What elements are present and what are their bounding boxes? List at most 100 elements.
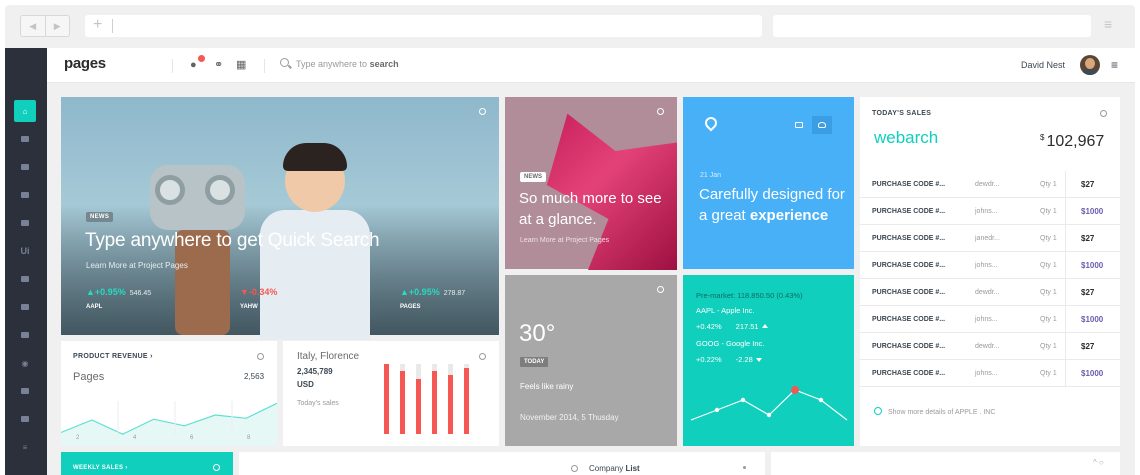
quickview-toggle-icon[interactable]: ≡ — [1111, 58, 1118, 72]
browser-menu-icon[interactable]: ≡ — [1104, 16, 1112, 32]
stock-symbol: AAPL — [86, 304, 103, 310]
sales-bar — [464, 364, 469, 434]
purchase-code: PURCHASE CODE #... — [872, 208, 946, 215]
sales-row[interactable]: PURCHASE CODE #... johns... Qty 1 $1000 — [860, 198, 1120, 225]
sales-bar-fill — [432, 371, 437, 434]
weekly-refresh-icon[interactable] — [213, 464, 220, 471]
header-divider — [264, 59, 265, 73]
news-subtitle[interactable]: Learn More at Project Pages — [520, 237, 609, 244]
revenue-area — [61, 403, 277, 446]
sales-label: TODAY'S SALES — [872, 110, 932, 117]
x-tick: 4 — [133, 435, 137, 441]
heart-icon[interactable] — [812, 116, 832, 134]
maps-icon[interactable]: ◉ — [14, 352, 36, 374]
link-icon[interactable]: ⚭ — [214, 59, 223, 71]
down-arrow-icon — [755, 358, 762, 362]
purchase-code: PURCHASE CODE #... — [872, 235, 946, 242]
stock-symbol: YAHW — [240, 304, 258, 310]
sales-refresh-icon[interactable] — [1100, 110, 1107, 117]
blank-card — [771, 452, 1120, 475]
purchase-code: PURCHASE CODE #... — [872, 262, 946, 269]
customer-name: johns... — [975, 316, 998, 323]
browser-nav-buttons: ◀ ▶ — [20, 15, 70, 37]
calendar-icon[interactable] — [14, 184, 36, 206]
avatar[interactable] — [1080, 55, 1100, 75]
forms-icon[interactable] — [14, 268, 36, 290]
quantity: Qty 1 — [1040, 316, 1057, 323]
back-icon[interactable]: ◀ — [21, 16, 46, 36]
search-icon[interactable] — [280, 58, 289, 67]
globe-icon[interactable]: ● — [190, 59, 197, 71]
sales-row[interactable]: PURCHASE CODE #... janedr... Qty 1 $27 — [860, 225, 1120, 252]
x-tick: 6 — [190, 435, 194, 441]
stock-price: 345.34 — [281, 290, 303, 297]
sales-row[interactable]: PURCHASE CODE #... johns... Qty 1 $1000 — [860, 252, 1120, 279]
sales-row[interactable]: PURCHASE CODE #... johns... Qty 1 $1000 — [860, 306, 1120, 333]
stock-point — [740, 397, 746, 403]
customer-name: dewdr... — [975, 181, 1000, 188]
collapse-icon[interactable]: ^ ○ — [1093, 458, 1104, 467]
stock-price: 546.45 — [129, 290, 152, 297]
sales-brand: webarch — [874, 128, 939, 147]
hero-stock-yahw: ▼-0.34% 345.34 YAHW — [240, 282, 303, 310]
user-name[interactable]: David Nest — [1021, 60, 1065, 70]
charts-icon[interactable] — [14, 324, 36, 346]
sales-row[interactable]: PURCHASE CODE #... johns... Qty 1 $1000 — [860, 360, 1120, 387]
news-badge: NEWS — [520, 172, 546, 182]
inbox-icon[interactable] — [14, 128, 36, 150]
company-list-card — [239, 452, 765, 475]
revenue-refresh-icon[interactable] — [257, 353, 264, 360]
ui-elements-icon[interactable]: Ui — [14, 240, 36, 262]
apps-grid-icon[interactable]: ▦ — [236, 59, 246, 71]
hero-subtitle[interactable]: Learn More at Project Pages — [86, 261, 188, 270]
sales-bar-fill — [400, 371, 405, 434]
company-refresh-icon[interactable] — [571, 465, 578, 472]
city-name: Italy, Florence — [297, 351, 360, 362]
customer-name: johns... — [975, 262, 998, 269]
brand-logo[interactable]: pages — [64, 55, 106, 72]
sales-row[interactable]: PURCHASE CODE #... dewdr... Qty 1 $27 — [860, 279, 1120, 306]
notification-badge — [198, 55, 205, 62]
sale-amount: $1000 — [1065, 360, 1110, 387]
news-refresh-icon[interactable] — [657, 108, 664, 115]
sales-bar-fill — [448, 374, 453, 434]
sale-amount: $1000 — [1065, 252, 1110, 279]
forward-icon[interactable]: ▶ — [46, 16, 70, 36]
weather-refresh-icon[interactable] — [657, 286, 664, 293]
search-placeholder-bold: search — [369, 59, 399, 69]
address-bar[interactable]: + — [85, 15, 762, 37]
email-icon[interactable] — [14, 156, 36, 178]
quantity: Qty 1 — [1040, 181, 1057, 188]
weekly-sales-label[interactable]: WEEKLY SALES › — [73, 465, 128, 471]
browser-search-bar[interactable] — [773, 15, 1091, 37]
sales-amount: $102,967 — [1040, 133, 1105, 150]
sales-row[interactable]: PURCHASE CODE #... dewdr... Qty 1 $27 — [860, 171, 1120, 198]
stock-symbol: PAGES — [400, 304, 421, 310]
show-more-link[interactable]: Show more details of APPLE . INC — [874, 407, 995, 416]
up-arrow-icon — [761, 324, 768, 328]
purchase-code: PURCHASE CODE #... — [872, 370, 946, 377]
hero-refresh-icon[interactable] — [479, 108, 486, 115]
new-tab-icon[interactable]: + — [93, 17, 102, 33]
purchase-code: PURCHASE CODE #... — [872, 316, 946, 323]
sale-amount: $27 — [1065, 171, 1110, 198]
sale-amount: $1000 — [1065, 198, 1110, 225]
hero-photo-robot-eye — [205, 175, 235, 205]
search-input[interactable]: Type anywhere to search — [296, 59, 399, 69]
city-refresh-icon[interactable] — [479, 353, 486, 360]
quantity: Qty 1 — [1040, 235, 1057, 242]
home-icon[interactable]: ⌂ — [14, 100, 36, 122]
shop-icon[interactable] — [14, 408, 36, 430]
stock2-values: +0.22% -2.28 — [696, 355, 762, 364]
message-icon[interactable] — [789, 116, 809, 134]
builder-icon[interactable] — [14, 380, 36, 402]
stock-point — [766, 412, 772, 418]
sales-row[interactable]: PURCHASE CODE #... dewdr... Qty 1 $27 — [860, 333, 1120, 360]
layouts-icon[interactable] — [14, 212, 36, 234]
menu-levels-icon[interactable]: ≡ — [14, 436, 36, 458]
feature-date: 21 Jan — [700, 172, 722, 179]
company-more-icon[interactable] — [743, 466, 746, 469]
tables-icon[interactable] — [14, 296, 36, 318]
weekly-sales-card — [61, 452, 233, 475]
revenue-label[interactable]: PRODUCT REVENUE › — [73, 353, 153, 360]
